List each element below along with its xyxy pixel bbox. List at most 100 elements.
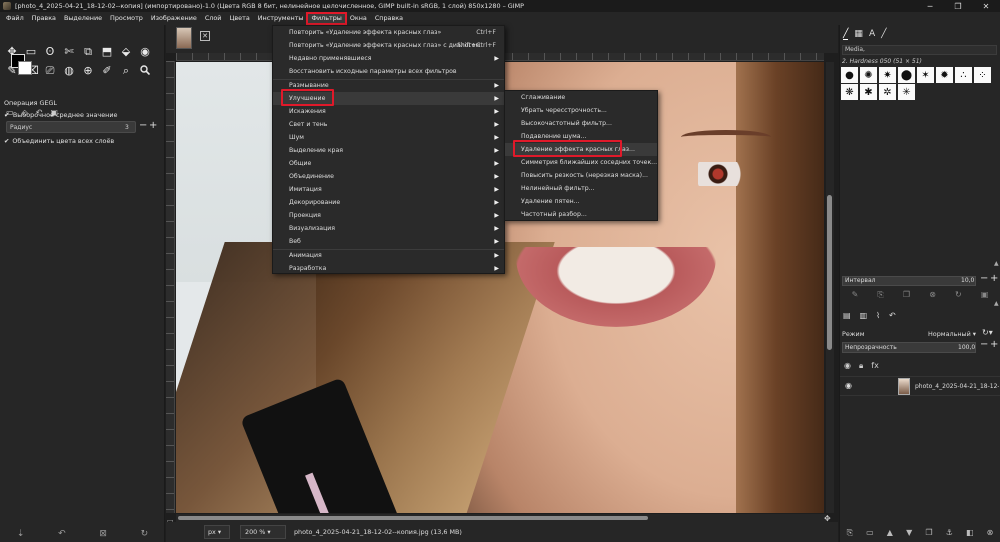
menu-blur[interactable]: Размывание ▶ [273,79,504,92]
delete-options-icon[interactable]: ⊠ [99,529,107,539]
brush-item[interactable]: ✱ [860,84,877,100]
new-brush-icon[interactable]: ⎘ [877,290,883,302]
submenu-deinterlace[interactable]: Убрать чересстрочность... [505,104,657,117]
new-group-icon[interactable]: ▭ [866,528,874,540]
edit-brush-icon[interactable]: ✎ [852,290,859,302]
background-color-swatch[interactable] [18,61,32,75]
unit-select[interactable]: px ▾ [204,525,230,539]
menu-reshow-last[interactable]: Повторить «Удаление эффекта красных глаз… [273,39,504,52]
merge-colors-option[interactable]: ✔ Объединить цвета всех слоёв [4,137,114,145]
submenu-noise-reduction[interactable]: Подавление шума... [505,130,657,143]
brush-item[interactable]: ✳ [898,84,915,100]
delete-brush-icon[interactable]: ⊗ [929,290,936,302]
lock-icon[interactable]: 🔒︎ [859,361,863,371]
color-picker-tool-icon[interactable]: ⌕ [118,62,134,78]
dock-expand-arrow-icon[interactable]: ▲ [994,260,999,267]
brush-item[interactable]: ∴ [955,67,972,83]
sample-average-option[interactable]: ✔ Выборочное среднее значение [4,111,117,119]
text-tool-icon[interactable]: ✐ [99,62,115,78]
restore-options-icon[interactable]: ↶ [58,529,66,539]
menu-noise[interactable]: Шум ▶ [273,131,504,144]
clone-tool-icon[interactable]: ⎚ [42,62,58,78]
vertical-scroll-thumb[interactable] [827,195,832,350]
new-layer-icon[interactable]: ⎘ [847,528,853,540]
menu-animation[interactable]: Анимация ▶ [273,249,504,262]
submenu-antialias[interactable]: Сглаживание [505,91,657,104]
menu-distorts[interactable]: Искажения ▶ [273,105,504,118]
crop-tool-icon[interactable]: ⧉ [80,43,96,59]
menu-decor[interactable]: Декорирование ▶ [273,196,504,209]
radius-increment-button[interactable]: + [149,120,157,131]
save-options-icon[interactable]: ⇣ [17,529,25,539]
menu-view[interactable]: Просмотр [106,13,147,24]
patterns-tab-icon[interactable]: ▦ [854,29,863,39]
open-as-image-icon[interactable]: ▣ [981,290,989,302]
rect-select-tool-icon[interactable]: ▭ [23,43,39,59]
vertical-ruler[interactable] [166,61,175,513]
menu-combine[interactable]: Объединение ▶ [273,170,504,183]
menu-file[interactable]: Файл [2,13,28,24]
anchor-layer-icon[interactable]: ⚓︎ [946,528,953,540]
menu-artistic[interactable]: Имитация ▶ [273,183,504,196]
menu-reset-all-filters[interactable]: Восстановить исходные параметры всех фил… [273,65,504,78]
brush-item[interactable]: ⁘ [974,67,991,83]
brush-tag-filter[interactable]: Media, [842,45,997,55]
layers-tab-icon[interactable]: ▤ [843,311,851,323]
mode-reset-icon[interactable]: ↻▾ [982,328,993,337]
menu-development[interactable]: Разработка ▶ [273,262,504,275]
submenu-symmetric-nearest-neighbor[interactable]: Симметрия ближайших соседних точек... [505,156,657,169]
menu-repeat-last[interactable]: Повторить «Удаление эффекта красных глаз… [273,26,504,39]
paths-tool-icon[interactable]: ⊕ [80,62,96,78]
raise-layer-icon[interactable]: ▲ [887,528,893,540]
submenu-despeckle[interactable]: Удаление пятен... [505,195,657,208]
brush-item[interactable]: ● [841,67,858,83]
brush-item[interactable]: ✺ [860,67,877,83]
paths-tab-icon[interactable]: ⌇ [876,311,880,323]
brush-item[interactable]: ✹ [936,67,953,83]
brushes-tab-icon[interactable]: ╱ [843,29,849,40]
menu-edit[interactable]: Правка [28,13,60,24]
menu-enhance[interactable]: Улучшение ▶ [273,92,504,105]
menu-filters[interactable]: Фильтры [306,12,347,25]
submenu-nl-filter[interactable]: Нелинейный фильтр... [505,182,657,195]
brush-item[interactable]: ❋ [841,84,858,100]
menu-render[interactable]: Визуализация ▶ [273,222,504,235]
delete-layer-icon[interactable]: ⊗ [987,528,994,540]
zoom-select[interactable]: 200 % ▾ [240,525,286,539]
menu-colors[interactable]: Цвета [225,13,253,24]
opacity-decrement-button[interactable]: − [980,339,988,350]
fx-icon[interactable]: fx [871,361,879,371]
layer-name[interactable]: photo_4_2025-04-21_18-12-0 [915,383,999,390]
warp-tool-icon[interactable]: ⬙ [118,43,134,59]
brush-item[interactable]: ⬤ [898,67,915,83]
minimize-button[interactable]: ─ [916,0,944,12]
opacity-increment-button[interactable]: + [990,339,998,350]
brush-presets-tab-icon[interactable]: ╱ [881,29,886,39]
menu-light-shadow[interactable]: Свет и тень ▶ [273,118,504,131]
transform-tool-icon[interactable]: ⬒ [99,43,115,59]
menu-tools[interactable]: Инструменты [254,13,308,24]
undo-tab-icon[interactable]: ↶ [889,311,896,323]
fuzzy-select-tool-icon[interactable]: ✄ [61,43,77,59]
menu-edge-detect[interactable]: Выделение края ▶ [273,144,504,157]
submenu-wavelet-decompose[interactable]: Частотный разбор... [505,208,657,221]
zoom-tool-icon[interactable] [137,62,153,78]
maximize-button[interactable]: ❐ [944,0,972,12]
smudge-tool-icon[interactable]: ◍ [61,62,77,78]
refresh-brushes-icon[interactable]: ↻ [955,290,962,302]
menu-generic[interactable]: Общие ▶ [273,157,504,170]
interval-increment-button[interactable]: + [990,273,998,284]
image-tab-thumbnail[interactable] [176,27,192,49]
interval-decrement-button[interactable]: − [980,273,988,284]
submenu-unsharp-mask[interactable]: Повысить резкость (нерезкая маска)... [505,169,657,182]
horizontal-scroll-thumb[interactable] [178,516,648,520]
bucket-fill-tool-icon[interactable]: ◉ [137,43,153,59]
dock-expand-arrow-icon[interactable]: ▲ [994,300,999,307]
duplicate-brush-icon[interactable]: ❐ [903,290,910,302]
menu-recent-filters[interactable]: Недавно применявшиеся ▶ [273,52,504,65]
menu-layer[interactable]: Слой [201,13,226,24]
brush-item[interactable]: ✷ [879,67,896,83]
layer-thumbnail[interactable] [898,378,910,395]
lasso-tool-icon[interactable]: ʘ [42,43,58,59]
menu-windows[interactable]: Окна [346,13,371,24]
